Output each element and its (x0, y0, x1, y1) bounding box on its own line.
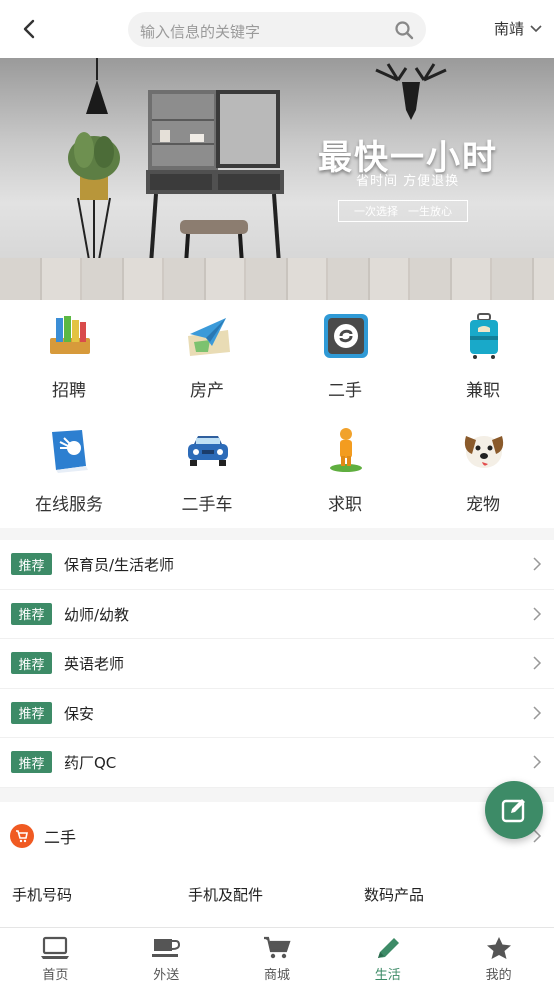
luggage-icon (470, 313, 498, 359)
recommend-badge: 推荐 (11, 602, 52, 625)
banner-tag-right: 一生放心 (408, 205, 452, 218)
list-item-text: 幼师/幼教 (64, 605, 130, 624)
nav-life[interactable]: 生活 (332, 928, 443, 986)
list-item-text: 药厂QC (64, 754, 117, 773)
city-label: 南靖 (493, 20, 524, 38)
nav-label: 生活 (374, 968, 401, 983)
category-label: 二手车 (181, 495, 233, 515)
list-item-text: 保育员/生活老师 (64, 556, 175, 574)
top-bar: 输入信息的关键字 南靖 (0, 0, 554, 58)
chevron-right-icon (533, 656, 542, 670)
recommend-badge: 推荐 (11, 751, 52, 774)
recommend-badge: 推荐 (11, 553, 52, 575)
secondhand-header[interactable]: 二手 (10, 824, 76, 848)
list-item-text: 保安 (64, 704, 95, 723)
category-secondhand[interactable]: 二手 (276, 300, 414, 410)
books-icon (50, 316, 90, 354)
category-online-service[interactable]: 在线服务 (0, 414, 138, 524)
link-digital-products[interactable]: 数码产品 (364, 884, 540, 905)
cart-badge-icon (10, 824, 34, 848)
recommend-badge: 推荐 (11, 652, 52, 675)
nav-label: 首页 (42, 968, 69, 983)
compose-fab[interactable] (485, 781, 543, 839)
category-job-seeking[interactable]: 求职 (276, 414, 414, 524)
bottom-nav: 首页 外送 商城 生活 我的 (0, 927, 554, 986)
city-selector[interactable]: 南靖 (494, 18, 542, 39)
shazam-icon (324, 314, 368, 358)
category-grid: 招聘 房产 二手 兼职 在线服务 二手车 求职 宠物 (0, 300, 554, 528)
category-pets[interactable]: 宠物 (414, 414, 552, 524)
car-icon (188, 436, 228, 466)
category-parttime[interactable]: 兼职 (414, 300, 552, 410)
search-placeholder: 输入信息的关键字 (140, 23, 261, 41)
list-item[interactable]: 推荐 药厂QC (0, 738, 554, 788)
pencil-icon (377, 938, 399, 958)
list-item[interactable]: 推荐 保安 (0, 689, 554, 739)
chevron-right-icon (533, 706, 542, 720)
section-title: 二手 (44, 828, 77, 847)
back-button[interactable] (14, 14, 44, 44)
category-used-car[interactable]: 二手车 (138, 414, 276, 524)
nav-mall[interactable]: 商城 (222, 928, 333, 986)
chevron-right-icon (533, 755, 542, 769)
banner-subtitle: 省时间 方便退换 (356, 174, 460, 189)
link-phone-number[interactable]: 手机号码 (12, 884, 188, 905)
category-label: 兼职 (466, 381, 500, 401)
chevron-down-icon (530, 24, 542, 32)
category-recruit[interactable]: 招聘 (0, 300, 138, 410)
nav-label: 外送 (153, 968, 180, 983)
list-item[interactable]: 推荐 幼师/幼教 (0, 590, 554, 640)
coffee-icon (152, 939, 181, 957)
laptop-icon (41, 936, 70, 959)
list-item[interactable]: 推荐 英语老师 (0, 639, 554, 689)
promo-banner[interactable]: 最快一小时 省时间 方便退换 一次选择 一生放心 (0, 58, 554, 300)
category-label: 在线服务 (35, 495, 103, 515)
nav-delivery[interactable]: 外送 (111, 928, 222, 986)
category-label: 招聘 (52, 381, 86, 401)
search-input[interactable]: 输入信息的关键字 (128, 12, 426, 47)
blue-book-icon (52, 430, 88, 473)
list-item[interactable]: 推荐 保育员/生活老师 (0, 540, 554, 590)
dog-icon (464, 436, 504, 468)
recommend-list: 推荐 保育员/生活老师 推荐 幼师/幼教 推荐 英语老师 推荐 保安 推荐 药厂… (0, 540, 554, 788)
map-plane-icon (188, 318, 230, 356)
chevron-right-icon (533, 557, 542, 571)
banner-tagline-box: 一次选择 一生放心 (338, 200, 468, 222)
link-phone-accessories[interactable]: 手机及配件 (188, 884, 364, 905)
cart-icon (263, 936, 291, 959)
category-label: 宠物 (466, 495, 500, 515)
search-icon[interactable] (394, 20, 414, 40)
list-item-text: 英语老师 (64, 655, 125, 674)
secondhand-section: 二手 手机号码 手机及配件 数码产品 (0, 802, 554, 927)
edit-icon (501, 799, 525, 823)
nav-mine[interactable]: 我的 (443, 928, 554, 986)
person-pin-icon (330, 428, 362, 472)
chevron-right-icon (533, 607, 542, 621)
category-label: 房产 (190, 381, 224, 401)
category-label: 二手 (328, 381, 362, 401)
nav-label: 我的 (485, 968, 512, 983)
secondhand-links: 手机号码 手机及配件 数码产品 (12, 884, 540, 905)
banner-floor (0, 258, 554, 300)
category-housing[interactable]: 房产 (138, 300, 276, 410)
nav-label: 商城 (263, 968, 290, 983)
star-icon (486, 937, 511, 959)
category-label: 求职 (328, 495, 362, 515)
recommend-badge: 推荐 (11, 701, 52, 724)
chevron-left-icon (23, 19, 35, 39)
banner-tag-left: 一次选择 (354, 205, 398, 218)
nav-home[interactable]: 首页 (0, 928, 111, 986)
